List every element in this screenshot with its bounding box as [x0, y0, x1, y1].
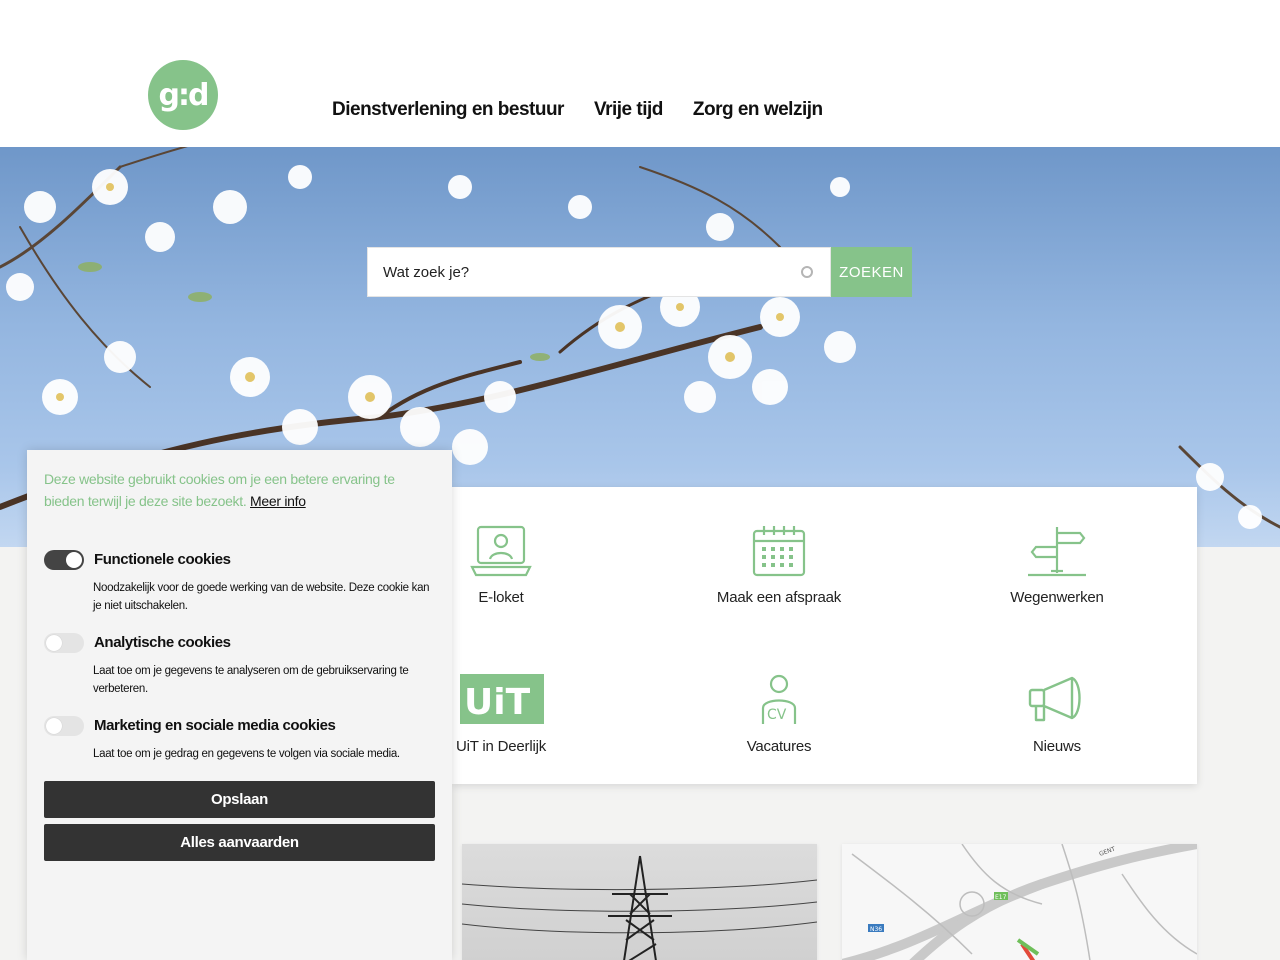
megaphone-icon	[1028, 676, 1081, 722]
quick-link-afspraak[interactable]: Maak een afspraak	[669, 525, 889, 606]
cookie-option-description: Laat toe om je gegevens te analyseren om…	[93, 665, 409, 695]
cookie-consent-panel: Deze website gebruikt cookies om je een …	[27, 450, 452, 960]
power-pylon-image	[462, 855, 817, 960]
functional-cookies-toggle[interactable]	[44, 550, 84, 570]
svg-text:UiT: UiT	[464, 682, 531, 723]
nav-item-vrije-tijd[interactable]: Vrije tijd	[594, 99, 663, 121]
analytics-cookies-toggle[interactable]	[44, 633, 84, 653]
quick-link-nieuws[interactable]: Nieuws	[947, 674, 1167, 755]
toggle-knob	[66, 552, 82, 568]
news-card-power-pylon[interactable]	[462, 844, 817, 960]
cookie-option-title: Analytische cookies	[94, 634, 231, 651]
cookie-option-description: Noodzakelijk voor de goede werking van d…	[93, 582, 430, 612]
quick-links-panel: E-loket Maak een afspraak Wegenwerken Ui…	[452, 487, 1197, 784]
news-card-map[interactable]: N36 E17 GENT	[842, 844, 1197, 960]
svg-text:CV: CV	[767, 707, 787, 723]
search-button[interactable]: ZOEKEN	[831, 247, 912, 297]
cookie-option-description: Laat toe om je gedrag en gegevens te vol…	[93, 748, 400, 760]
search-bar: ZOEKEN	[367, 247, 912, 297]
toggle-knob	[46, 635, 62, 651]
svg-text:GENT: GENT	[1098, 846, 1116, 858]
marketing-cookies-toggle[interactable]	[44, 716, 84, 736]
save-button[interactable]: Opslaan	[44, 781, 435, 818]
quick-link-label: Vacatures	[746, 738, 812, 755]
site-header: g:d Dienstverlening en bestuur Vrije tij…	[0, 0, 1280, 147]
signpost-icon	[1028, 527, 1086, 577]
cookie-intro-text: Deze website gebruikt cookies om je een …	[44, 471, 395, 509]
nav-item-dienstverlening[interactable]: Dienstverlening en bestuur	[332, 99, 564, 121]
main-nav: Dienstverlening en bestuur Vrije tijd Zo…	[332, 99, 823, 121]
search-loading-icon	[801, 266, 813, 278]
quick-link-label: Nieuws	[1033, 738, 1081, 755]
road-map-image: N36 E17 GENT	[842, 844, 1197, 960]
person-cv-icon: CV	[761, 674, 797, 724]
uit-logo: UiT	[460, 674, 544, 724]
svg-text:N36: N36	[870, 926, 882, 933]
cookie-option-title: Marketing en sociale media cookies	[94, 717, 336, 734]
quick-link-vacatures[interactable]: CV Vacatures	[669, 674, 889, 755]
nav-item-zorg[interactable]: Zorg en welzijn	[693, 99, 823, 121]
computer-user-icon	[470, 525, 532, 577]
cookie-intro: Deze website gebruikt cookies om je een …	[44, 468, 434, 512]
more-info-link[interactable]: Meer info	[250, 493, 306, 509]
quick-link-wegenwerken[interactable]: Wegenwerken	[947, 525, 1167, 606]
logo-text: g:d	[158, 77, 210, 113]
search-input[interactable]	[367, 247, 831, 297]
calendar-icon	[752, 526, 806, 577]
svg-text:E17: E17	[995, 894, 1007, 901]
accept-all-button[interactable]: Alles aanvaarden	[44, 824, 435, 861]
site-logo[interactable]: g:d	[148, 60, 218, 130]
cookie-option-title: Functionele cookies	[94, 551, 231, 568]
quick-link-label: Maak een afspraak	[716, 589, 842, 606]
toggle-knob	[46, 718, 62, 734]
quick-link-label: Wegenwerken	[1010, 589, 1104, 606]
